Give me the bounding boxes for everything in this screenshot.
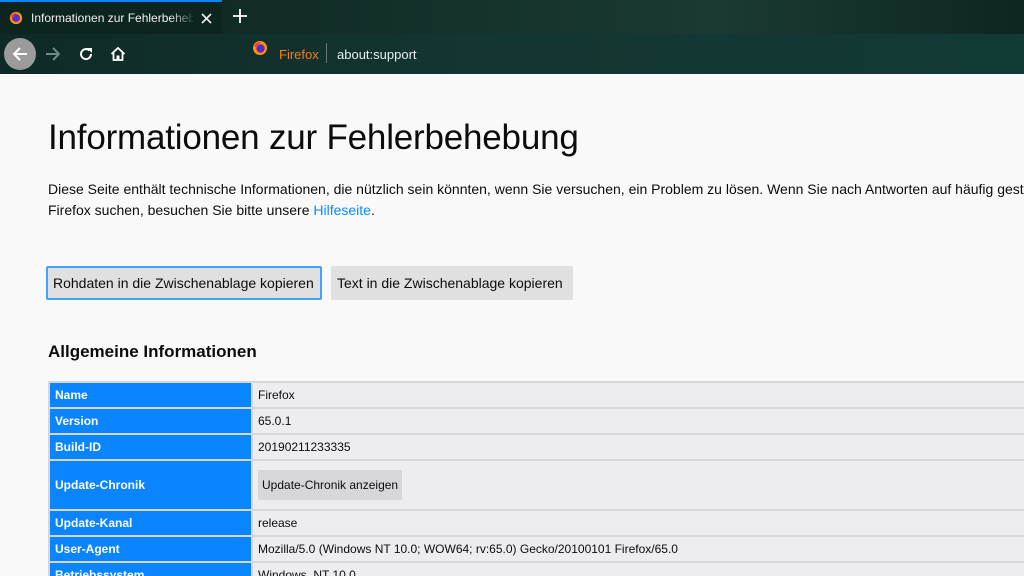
row-label: User-Agent — [48, 535, 253, 563]
section-title-general: Allgemeine Informationen — [48, 342, 257, 361]
close-tab-icon[interactable] — [201, 13, 212, 24]
arrow-right-icon — [46, 47, 61, 61]
row-value: Windows_NT 10.0 — [251, 561, 1024, 576]
row-value: Update-Chronik anzeigen — [251, 459, 1024, 511]
forward-button[interactable] — [37, 38, 69, 70]
table-row: Build-ID 20190211233335 — [48, 433, 1024, 461]
row-value: Firefox — [251, 381, 1024, 409]
browser-tab[interactable]: Informationen zur Fehlerbehebung — [0, 0, 222, 34]
reload-button[interactable] — [70, 38, 102, 70]
row-label: Build-ID — [48, 433, 253, 461]
table-row: Update-Chronik Update-Chronik anzeigen — [48, 459, 1024, 511]
intro-end: . — [370, 202, 375, 218]
url-bar[interactable]: Firefox about:support — [252, 40, 1024, 68]
row-label: Update-Kanal — [48, 509, 253, 537]
tab-title-fade — [170, 8, 196, 28]
row-value: 65.0.1 — [251, 407, 1024, 435]
arrow-left-icon — [12, 47, 27, 61]
home-icon — [110, 46, 126, 61]
copy-text-button[interactable]: Text in die Zwischenablage kopieren — [331, 266, 573, 300]
table-row: Version 65.0.1 — [48, 407, 1024, 435]
table-row: Update-Kanal release — [48, 509, 1024, 537]
table-row: Betriebssystem Windows_NT 10.0 — [48, 561, 1024, 576]
firefox-icon — [9, 11, 23, 25]
tab-strip: Informationen zur Fehlerbehebung — [0, 0, 1024, 34]
url-separator — [326, 43, 327, 63]
row-label: Betriebssystem — [48, 561, 253, 576]
row-label: Name — [48, 381, 253, 409]
help-link[interactable]: Hilfeseite — [313, 202, 371, 218]
tab-title: Informationen zur Fehlerbehebung — [31, 11, 193, 25]
back-button[interactable] — [4, 38, 36, 70]
row-label: Version — [48, 407, 253, 435]
row-label: Update-Chronik — [48, 459, 253, 511]
table-row: Name Firefox — [48, 381, 1024, 409]
row-value: release — [251, 509, 1024, 537]
intro-text: Diese Seite enthält technische Informati… — [48, 179, 1024, 221]
table-row: User-Agent Mozilla/5.0 (Windows NT 10.0;… — [48, 535, 1024, 563]
row-value: 20190211233335 — [251, 433, 1024, 461]
row-value: Mozilla/5.0 (Windows NT 10.0; WOW64; rv:… — [251, 535, 1024, 563]
identity-label[interactable]: Firefox — [279, 47, 319, 62]
new-tab-icon[interactable] — [232, 8, 248, 24]
general-info-table: Name Firefox Version 65.0.1 Build-ID 201… — [48, 381, 1024, 576]
intro-sentence: Diese Seite enthält technische Informati… — [48, 181, 1024, 218]
url-input[interactable]: about:support — [337, 47, 417, 62]
page-title: Informationen zur Fehlerbehebung — [48, 118, 579, 157]
page-content: Informationen zur Fehlerbehebung Diese S… — [0, 74, 1024, 576]
copy-raw-data-button[interactable]: Rohdaten in die Zwischenablage kopieren — [46, 266, 322, 300]
reload-icon — [80, 48, 93, 61]
show-update-history-button[interactable]: Update-Chronik anzeigen — [258, 470, 403, 500]
home-button[interactable] — [102, 38, 134, 70]
firefox-identity-icon — [253, 41, 267, 55]
